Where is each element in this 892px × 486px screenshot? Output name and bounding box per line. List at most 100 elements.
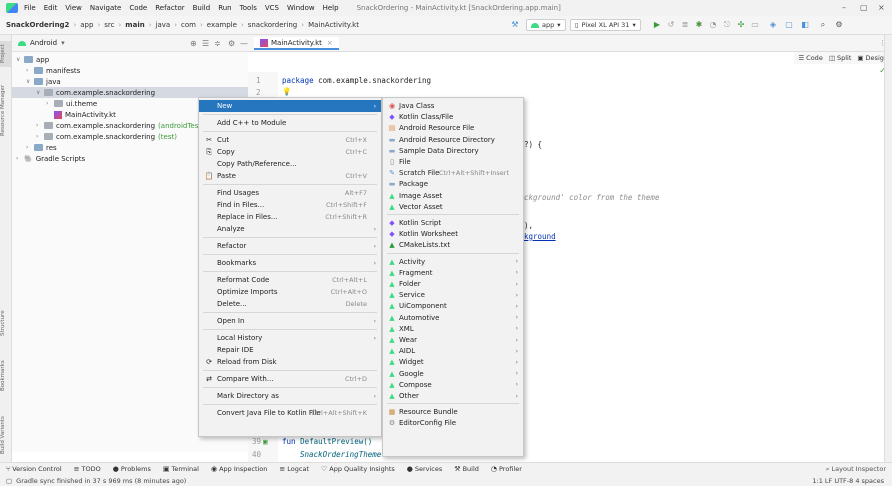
tool-tab-structure[interactable]: Structure — [0, 303, 12, 343]
options-gear-icon[interactable]: ⚙ — [228, 39, 235, 48]
menu-item-resource-bundle[interactable]: ▦ Resource Bundle — [383, 406, 523, 418]
locate-icon[interactable]: ⊕ — [190, 39, 197, 48]
menu-item-analyze[interactable]: Analyze › — [199, 223, 381, 235]
tool-tab-bookmarks[interactable]: Bookmarks — [0, 353, 12, 399]
breadcrumb-snackordering2[interactable]: SnackOrdering2 — [6, 21, 69, 29]
menu-item-kotlin-class-file[interactable]: ◆ Kotlin Class/File — [383, 111, 523, 123]
tool-tab-project[interactable]: Project — [0, 41, 12, 67]
menu-item-sample-data-directory[interactable]: ▬ Sample Data Directory — [383, 145, 523, 157]
tree-node-ui-theme[interactable]: › ui.theme — [46, 98, 97, 109]
tool-version-control[interactable]: ⑂ Version Control — [6, 465, 62, 473]
search-icon[interactable]: ⌕ — [818, 20, 828, 30]
tool-tab-build-variants[interactable]: Build Variants — [0, 405, 12, 465]
menu-item-activity[interactable]: ▲ Activity › — [383, 256, 523, 268]
menu-item-android-resource-directory[interactable]: ▬ Android Resource Directory — [383, 134, 523, 146]
device-dropdown[interactable]: ▯ Pixel XL API 31 ▾ — [570, 19, 641, 31]
maximize-icon[interactable]: ▢ — [860, 3, 868, 12]
menu-item-uicomponent[interactable]: ▲ UiComponent › — [383, 300, 523, 312]
settings-gear-icon[interactable]: ⚙ — [834, 20, 844, 30]
device-manager-icon[interactable]: ▭ — [750, 20, 760, 30]
project-view-selector[interactable]: Android — [30, 39, 57, 47]
breadcrumb-java[interactable]: java — [156, 21, 171, 29]
run-icon[interactable]: ▶ — [652, 20, 662, 30]
debug-icon[interactable]: ✱ — [694, 20, 704, 30]
menu-item-replace-in-files[interactable]: Replace in Files... Ctrl+Shift+R — [199, 211, 381, 223]
breadcrumb-example[interactable]: example — [207, 21, 237, 29]
expand-all-icon[interactable]: ☰ — [202, 39, 209, 48]
menu-item-wear[interactable]: ▲ Wear › — [383, 334, 523, 346]
collapse-all-icon[interactable]: ≑ — [214, 39, 221, 48]
tree-node-java[interactable]: ∨ java — [26, 76, 61, 87]
menu-view[interactable]: View — [65, 4, 82, 12]
apply-changes-icon[interactable]: ↺ — [666, 20, 676, 30]
menu-item-add-c-to-module[interactable]: Add C++ to Module — [199, 117, 381, 129]
menu-refactor[interactable]: Refactor — [155, 4, 184, 12]
menu-item-find-in-files[interactable]: Find in Files... Ctrl+Shift+F — [199, 199, 381, 211]
tool-tab-resource-manager[interactable]: Resource Manager — [0, 75, 12, 145]
profile-icon[interactable]: ◔ — [708, 20, 718, 30]
tool-profiler[interactable]: ◔ Profiler — [491, 465, 522, 473]
tool-services[interactable]: ● Services — [407, 465, 443, 473]
tool-terminal[interactable]: ▣ Terminal — [163, 465, 199, 473]
code-link-fragment[interactable]: kground — [524, 232, 556, 241]
preview-icon[interactable]: ▣ — [263, 437, 268, 446]
chevron-right-icon[interactable]: › — [36, 122, 44, 129]
menu-item-package[interactable]: ▬ Package — [383, 178, 523, 190]
menu-item-bookmarks[interactable]: Bookmarks › — [199, 257, 381, 269]
menu-vcs[interactable]: VCS — [265, 4, 279, 12]
tool-problems[interactable]: ● Problems — [113, 465, 151, 473]
chevron-right-icon[interactable]: › — [46, 100, 54, 107]
menu-item-java-class[interactable]: ◉ Java Class — [383, 100, 523, 112]
menu-item-delete[interactable]: Delete... Delete — [199, 298, 381, 310]
breadcrumb-mainactivity-kt[interactable]: MainActivity.kt — [308, 21, 359, 29]
menu-window[interactable]: Window — [287, 4, 315, 12]
menu-edit[interactable]: Edit — [44, 4, 58, 12]
menu-item-service[interactable]: ▲ Service › — [383, 289, 523, 301]
breadcrumb-main[interactable]: main — [125, 21, 144, 29]
menu-item-google[interactable]: ▲ Google › — [383, 368, 523, 380]
menu-item-other[interactable]: ▲ Other › — [383, 390, 523, 402]
lightbulb-icon[interactable]: 💡 — [282, 87, 291, 96]
breadcrumb-snackordering[interactable]: snackordering — [248, 21, 298, 29]
menu-item-mark-directory-as[interactable]: Mark Directory as › — [199, 390, 381, 402]
editor-tab-mainactivity[interactable]: MainActivity.kt × — [254, 37, 339, 50]
menu-run[interactable]: Run — [218, 4, 231, 12]
project-structure-icon[interactable]: ◧ — [800, 20, 810, 30]
tree-node-app[interactable]: ∨ app — [16, 54, 49, 65]
attach-debugger-icon[interactable]: ⎋ — [722, 20, 732, 30]
menu-item-cut[interactable]: ✂ Cut Ctrl+X — [199, 134, 381, 146]
tool-todo[interactable]: ≡ TODO — [74, 465, 101, 473]
menu-item-reload-from-disk[interactable]: ⟳ Reload from Disk — [199, 356, 381, 368]
menu-build[interactable]: Build — [193, 4, 211, 12]
tree-node-com-example-snackordering[interactable]: › com.example.snackordering (androidTest) — [36, 120, 204, 131]
menu-item-automotive[interactable]: ▲ Automotive › — [383, 312, 523, 324]
breadcrumb-app[interactable]: app — [80, 21, 93, 29]
chevron-down-icon[interactable]: ∨ — [16, 56, 24, 63]
menu-item-xml[interactable]: ▲ XML › — [383, 323, 523, 335]
menu-item-local-history[interactable]: Local History › — [199, 332, 381, 344]
hammer-icon[interactable]: ⚒ — [510, 20, 520, 30]
tool-app-quality-insights[interactable]: ♡ App Quality Insights — [321, 465, 395, 473]
tree-node-gradle-scripts[interactable]: › 🐘 Gradle Scripts — [16, 153, 85, 164]
tool-logcat[interactable]: ≡ Logcat — [279, 465, 309, 473]
tool-app-inspection[interactable]: ◉ App Inspection — [211, 465, 267, 473]
menu-item-vector-asset[interactable]: ▲ Vector Asset — [383, 201, 523, 213]
layout-inspector-button[interactable]: ⌕ Layout Inspector — [826, 465, 886, 474]
menu-item-editorconfig-file[interactable]: ⚙ EditorConfig File — [383, 417, 523, 429]
tree-node-manifests[interactable]: › manifests — [26, 65, 80, 76]
menu-item-aidl[interactable]: ▲ AIDL › — [383, 345, 523, 357]
menu-item-optimize-imports[interactable]: Optimize Imports Ctrl+Alt+O — [199, 286, 381, 298]
menu-item-reformat-code[interactable]: Reformat Code Ctrl+Alt+L — [199, 274, 381, 286]
menu-item-cmakelists-txt[interactable]: ▲ CMakeLists.txt — [383, 239, 523, 251]
menu-file[interactable]: File — [24, 4, 36, 12]
apply-code-changes-icon[interactable]: ≣ — [680, 20, 690, 30]
code-view-button[interactable]: Code — [806, 54, 823, 62]
menu-item-convert-java-file-to-kotlin-file[interactable]: Convert Java File to Kotlin File Ctrl+Alt… — [199, 407, 381, 419]
breadcrumb-src[interactable]: src — [104, 21, 114, 29]
menu-help[interactable]: Help — [323, 4, 339, 12]
menu-item-paste[interactable]: 📋 Paste Ctrl+V — [199, 170, 381, 182]
menu-item-copy-path-reference[interactable]: Copy Path/Reference... — [199, 158, 381, 170]
menu-item-new[interactable]: New › — [199, 100, 381, 112]
hide-panel-icon[interactable]: — — [240, 39, 248, 48]
menu-item-fragment[interactable]: ▲ Fragment › — [383, 267, 523, 279]
